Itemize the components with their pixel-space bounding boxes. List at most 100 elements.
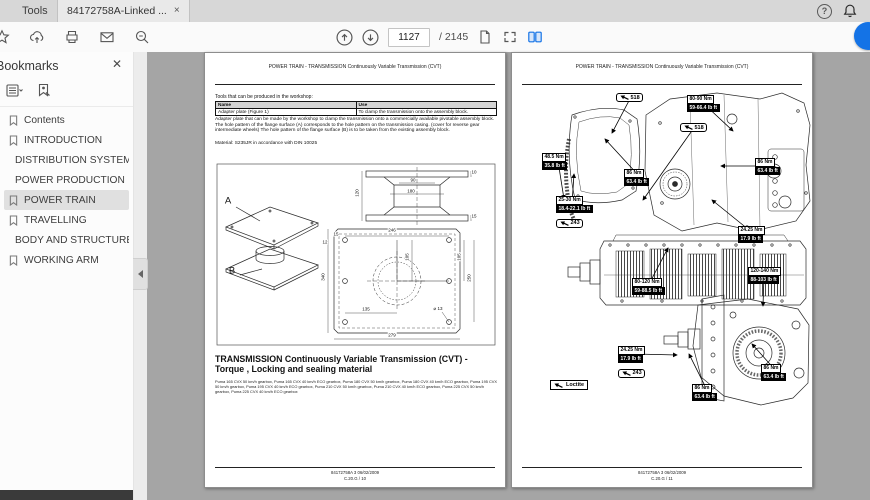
- footer-doc-number: 84172758A 3 06/02/2009: [205, 470, 505, 475]
- single-page-view-icon[interactable]: [477, 29, 493, 45]
- tab-tools[interactable]: Tools: [8, 0, 62, 22]
- cloud-upload-icon[interactable]: [29, 29, 45, 45]
- star-icon[interactable]: [0, 29, 10, 45]
- torque-lbft-value: 63.4 lb ft: [692, 393, 717, 401]
- email-icon[interactable]: [99, 29, 115, 45]
- torque-lbft-value: 59-66.4 lb ft: [687, 104, 720, 112]
- sidebar-item-label: POWER TRAIN: [24, 195, 96, 206]
- footer-page-number: C.20.G / 10: [205, 476, 505, 481]
- torque-lbft-value: 17.9 lb ft: [618, 355, 643, 363]
- expand-current-bookmark-icon[interactable]: [37, 83, 51, 97]
- figure-dimension: 180: [407, 189, 416, 194]
- sidebar-item-power-train[interactable]: POWER TRAIN: [4, 190, 129, 210]
- torque-callout: 80-120 Nm59-88.5 lb ft: [632, 278, 665, 295]
- collapse-panel-button[interactable]: [133, 258, 148, 290]
- sidebar-item-distribution-systems[interactable]: DISTRIBUTION SYSTEMS: [4, 150, 129, 170]
- tab-document[interactable]: 84172758A-Linked ... ×: [57, 0, 190, 22]
- torque-callout: 86 Nm63.4 lb ft: [761, 364, 786, 381]
- torque-callout: 24.25 Nm17.9 lb ft 243: [618, 346, 645, 381]
- torque-lbft-value: 18.4-22.1 lb ft: [556, 205, 593, 213]
- torque-nm-value: 24.25 Nm: [618, 346, 645, 355]
- torque-callout: 86 Nm63.4 lb ft: [755, 158, 780, 175]
- figure-dimension: 15: [333, 232, 339, 237]
- sealant-callout: 518: [616, 87, 643, 105]
- torque-nm-value: 86 Nm: [755, 158, 775, 167]
- torque-lbft-value: 63.4 lb ft: [624, 178, 649, 186]
- bookmark-list: Contents INTRODUCTION DISTRIBUTION SYSTEMS…: [0, 110, 133, 270]
- table-cell: To clamp the transmission onto the assem…: [356, 109, 497, 116]
- body-paragraph: Adapter plate that can be made by the wo…: [215, 117, 497, 134]
- figure-dimension: ⌀ 13: [433, 306, 443, 312]
- bookmark-icon: [9, 115, 18, 126]
- sidebar-item-label: INTRODUCTION: [24, 135, 102, 146]
- figure-dimension: 279: [388, 333, 397, 338]
- two-page-view-icon[interactable]: [527, 29, 543, 45]
- main-toolbar: / 2145: [0, 22, 870, 53]
- model-list: Puma 165 CVX 50 km/h gearbox, Puma 165 C…: [215, 379, 497, 394]
- sidebar-item-power-production[interactable]: POWER PRODUCTION: [4, 170, 129, 190]
- torque-callout: 24.25 Nm17.9 lb ft: [738, 226, 765, 243]
- torque-callout: 48.5 Nm35.8 lb ft: [542, 153, 567, 170]
- tab-close-icon[interactable]: ×: [174, 0, 180, 22]
- torque-nm-value: 80-90 Nm: [687, 95, 714, 104]
- bookmark-icon: [9, 255, 18, 266]
- torque-nm-value: 80-120 Nm: [632, 278, 662, 287]
- figure-dimension: 246: [388, 228, 397, 233]
- torque-callout: 86 Nm63.4 lb ft: [624, 169, 649, 186]
- torque-nm-value: 86 Nm: [761, 364, 781, 373]
- bookmarks-toolbar: [6, 83, 51, 97]
- tab-bar: Tools 84172758A-Linked ... × ?: [0, 0, 870, 22]
- scrolling-view-icon[interactable]: [502, 29, 518, 45]
- table-cell: Adapter plate (Figure 1): [216, 109, 357, 116]
- sealant-tube-icon: [621, 369, 631, 377]
- sidebar-item-introduction[interactable]: INTRODUCTION: [4, 130, 129, 150]
- print-icon[interactable]: [64, 29, 80, 45]
- chevron-left-icon: [138, 270, 143, 278]
- sidebar-item-contents[interactable]: Contents: [4, 110, 129, 130]
- torque-lbft-value: 63.4 lb ft: [761, 373, 786, 381]
- acrobat-window: Tools 84172758A-Linked ... × ? / 2145: [0, 0, 870, 500]
- bookmark-icon: [9, 135, 18, 146]
- close-bookmarks-icon[interactable]: ✕: [112, 58, 122, 70]
- sidebar-item-label: DISTRIBUTION SYSTEMS: [15, 155, 129, 166]
- table-header: Name: [216, 102, 357, 109]
- bookmark-options-icon[interactable]: [6, 84, 23, 97]
- torque-lbft-value: 63.4 lb ft: [755, 167, 780, 175]
- header-rule: [215, 84, 495, 85]
- torque-callout: 25-30 Nm18.4-22.1 lb ft 243: [556, 196, 593, 231]
- figure-dimension: 12: [322, 240, 328, 245]
- figure-dimension: 15: [471, 214, 477, 219]
- torque-callout: 120-140 Nm88-103 lb ft: [748, 267, 781, 284]
- page-up-icon[interactable]: [336, 29, 353, 46]
- sealant-number: 243: [571, 220, 580, 226]
- torque-lbft-value: 59-88.5 lb ft: [632, 287, 665, 295]
- torque-nm-value: 48.5 Nm: [542, 153, 566, 162]
- sealant-legend: Loctite: [550, 380, 588, 390]
- sealant-number: 243: [633, 370, 642, 376]
- figure-dimension: 105: [457, 253, 462, 262]
- page-left: POWER TRAIN - TRANSMISSION Continuously …: [204, 52, 506, 488]
- bookmark-icon: [9, 195, 18, 206]
- page-down-icon[interactable]: [362, 29, 379, 46]
- table-row: Adapter plate (Figure 1)To clamp the tra…: [216, 109, 497, 116]
- help-icon[interactable]: ?: [817, 4, 832, 19]
- adapter-plate-figure: AB9018012010152461512340105105250135⌀ 13…: [216, 163, 496, 347]
- figure-view-label: B: [228, 266, 235, 277]
- torque-nm-value: 25-30 Nm: [556, 196, 583, 205]
- figure-dimension: 250: [467, 274, 472, 283]
- sidebar-item-body-and-structure[interactable]: BODY AND STRUCTURE: [4, 230, 129, 250]
- bookmarks-panel: Bookmarks ✕ ContentsINTRODUCTIONDISTRIBU…: [0, 52, 134, 500]
- torque-callout: 80-90 Nm59-66.4 lb ft: [687, 95, 720, 112]
- sidebar-item-travelling[interactable]: TRAVELLING: [4, 210, 129, 230]
- page-number-input[interactable]: [388, 28, 430, 47]
- torque-callout: 86 Nm63.4 lb ft: [692, 384, 717, 401]
- zoom-icon[interactable]: [134, 29, 150, 45]
- intro-text: Tools that can be produced in the worksh…: [215, 94, 313, 100]
- notifications-icon[interactable]: [842, 3, 858, 19]
- toolbar-page-group: / 2145: [336, 22, 543, 52]
- table-header: Use: [356, 102, 497, 109]
- page-total-label: / 2145: [439, 31, 468, 43]
- figure-dimension: 135: [362, 307, 371, 312]
- sidebar-item-label: TRAVELLING: [24, 215, 87, 226]
- sidebar-item-working-arm[interactable]: WORKING ARM: [4, 250, 129, 270]
